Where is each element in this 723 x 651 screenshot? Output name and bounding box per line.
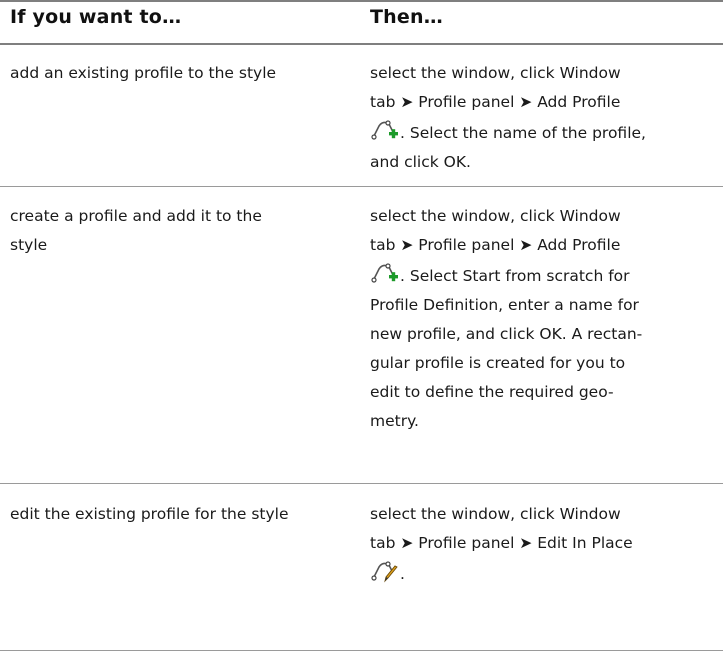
row-2-step-line: select the window, click Window (370, 207, 621, 225)
table-row-1-steps: select the window, click Window tab ➤ Pr… (370, 59, 715, 177)
row-2-step-line: Profile Definition, enter a name for (370, 296, 639, 314)
row-2-action-line: style (10, 236, 48, 254)
add-profile-icon (371, 263, 398, 283)
table-row-2-action: create a profile and add it to the style (10, 202, 355, 260)
edit-in-place-icon (371, 561, 398, 583)
column-header-if-you-want-to: If you want to… (10, 6, 182, 28)
row-3-step-line: select the window, click Window (370, 505, 621, 523)
table-row-2-steps: select the window, click Window tab ➤ Pr… (370, 202, 715, 436)
table-row-3-action: edit the existing profile for the style (10, 500, 355, 529)
row-3-step-line: tab ➤ Profile panel ➤ Edit In Place (370, 534, 633, 552)
row-3-step-line: . (400, 565, 405, 583)
table-row-3-steps: select the window, click Window tab ➤ Pr… (370, 500, 715, 589)
row-1-step-line: . Select the name of the profile, (400, 124, 646, 142)
row-divider (0, 186, 723, 187)
table-top-rule (0, 0, 723, 2)
row-2-step-line: metry. (370, 412, 419, 430)
row-2-step-line: . Select Start from scratch for (400, 267, 630, 285)
row-1-step-line: tab ➤ Profile panel ➤ Add Profile (370, 93, 621, 111)
row-1-step-line: select the window, click Window (370, 64, 621, 82)
header-bottom-rule (0, 43, 723, 45)
add-profile-icon (371, 120, 398, 140)
row-2-action-line: create a profile and add it to the (10, 207, 262, 225)
row-3-action-line: edit the existing profile for the style (10, 505, 289, 523)
row-2-step-line: new profile, and click OK. A rectan- (370, 325, 643, 343)
row-1-action-line: add an existing profile to the style (10, 64, 277, 82)
row-2-step-line: gular profile is created for you to (370, 354, 626, 372)
row-divider (0, 483, 723, 484)
table-row-1-action: add an existing profile to the style (10, 59, 355, 88)
column-header-then: Then… (370, 6, 443, 28)
row-1-step-line: and click OK. (370, 153, 471, 171)
row-2-step-line: tab ➤ Profile panel ➤ Add Profile (370, 236, 621, 254)
row-2-step-line: edit to define the required geo- (370, 383, 614, 401)
